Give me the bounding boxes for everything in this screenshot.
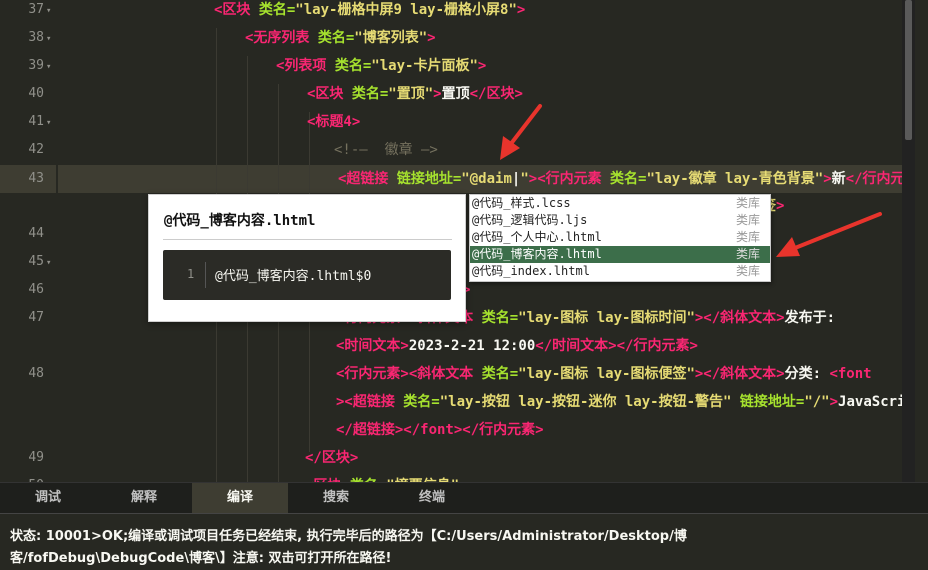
- arrow-to-cursor: [500, 104, 542, 160]
- tab-terminal[interactable]: 终端: [384, 483, 480, 513]
- tab-search[interactable]: 搜索: [288, 483, 384, 513]
- tab-compile[interactable]: 编译: [192, 483, 288, 513]
- status-line-2: 客/fofDebug\DebugCode\博客\】注意: 双击可打开所在路径!: [10, 551, 392, 566]
- bottom-panel-tabs: 调试 解释 编译 搜索 终端: [0, 482, 928, 513]
- output-panel[interactable]: 状态: 10001>OK;编译或调试项目任务已经结束, 执行完毕后的路径为【C:…: [0, 513, 928, 569]
- tab-interpret[interactable]: 解释: [96, 483, 192, 513]
- status-message[interactable]: 状态: 10001>OK;编译或调试项目任务已经结束, 执行完毕后的路径为【C:…: [10, 526, 915, 570]
- tab-debug[interactable]: 调试: [0, 483, 96, 513]
- annotation-arrows: [500, 104, 882, 257]
- arrow-to-selected-item: [776, 212, 882, 257]
- status-line-1: 状态: 10001>OK;编译或调试项目任务已经结束, 执行完毕后的路径为【C:…: [10, 529, 687, 544]
